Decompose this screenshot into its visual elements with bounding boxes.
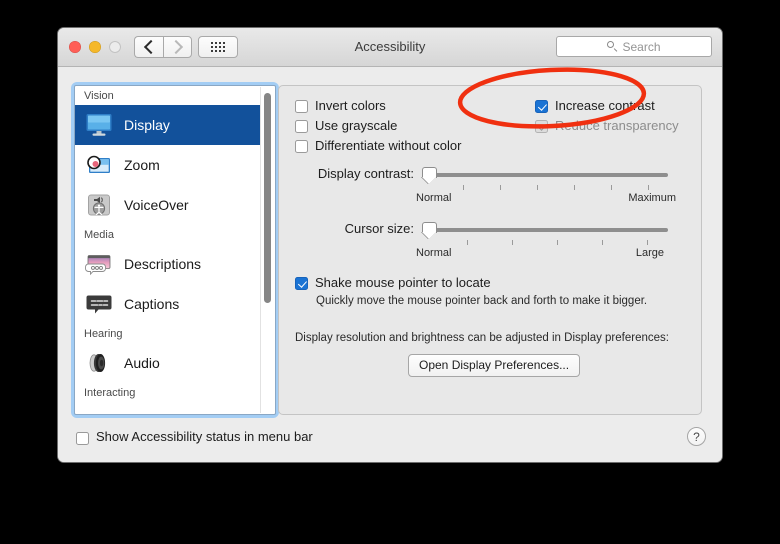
reduce-transparency-label: Reduce transparency — [555, 118, 679, 133]
slider-tick — [647, 240, 648, 245]
differentiate-without-color-row[interactable]: Differentiate without color — [295, 138, 461, 154]
increase-contrast-checkbox[interactable] — [535, 100, 548, 113]
cursor-size-track[interactable] — [431, 228, 668, 232]
display-monitor-icon — [84, 110, 114, 140]
zoom-magnifier-icon — [84, 150, 114, 180]
sidebar-item-zoom[interactable]: Zoom — [75, 145, 261, 185]
use-grayscale-label: Use grayscale — [315, 118, 398, 133]
sidebar-group-media: Media — [84, 229, 114, 241]
increase-contrast-row[interactable]: Increase contrast — [535, 98, 655, 114]
sidebar-item-label: Audio — [124, 355, 160, 371]
menu-bar-status-checkbox[interactable] — [76, 431, 89, 445]
sidebar-group-interacting: Interacting — [84, 387, 136, 399]
use-grayscale-row[interactable]: Use grayscale — [295, 118, 397, 134]
sidebar-item-label: Display — [124, 117, 170, 133]
sidebar-item-label: VoiceOver — [124, 197, 189, 213]
window-body: Vision Display Zoom VoiceOver Media Desc… — [58, 67, 722, 462]
search-placeholder: Search — [622, 39, 661, 54]
shake-pointer-row[interactable]: Shake mouse pointer to locate — [295, 275, 491, 291]
display-preferences-note: Display resolution and brightness can be… — [295, 332, 669, 344]
shake-pointer-checkbox[interactable] — [295, 277, 308, 290]
sidebar-item-voiceover[interactable]: VoiceOver — [75, 185, 261, 225]
cursor-size-label: Cursor size: — [344, 221, 414, 236]
voiceover-icon — [84, 190, 114, 220]
sidebar-item-label: Descriptions — [124, 256, 202, 272]
menu-bar-status-label: Show Accessibility status in menu bar — [96, 429, 313, 444]
slider-tick — [648, 185, 649, 190]
system-preferences-window: Accessibility Search Vision Display Zoom… — [58, 28, 722, 462]
display-contrast-track[interactable] — [431, 173, 668, 177]
shake-pointer-label: Shake mouse pointer to locate — [315, 275, 491, 290]
open-display-preferences-button[interactable]: Open Display Preferences... — [408, 354, 581, 377]
menu-bar-status-row[interactable]: Show Accessibility status in menu bar — [76, 429, 313, 445]
window-titlebar: Accessibility Search — [58, 28, 722, 67]
display-contrast-max-label: Maximum — [628, 192, 676, 204]
sidebar-item-descriptions[interactable]: Descriptions — [75, 244, 261, 284]
slider-tick — [500, 185, 501, 190]
screenshot-root: Accessibility Search Vision Display Zoom… — [0, 0, 780, 544]
sidebar-scrollbar[interactable] — [260, 87, 274, 413]
sidebar-item-audio[interactable]: Audio — [75, 343, 261, 383]
display-contrast-thumb[interactable] — [422, 167, 437, 184]
sidebar-group-hearing: Hearing — [84, 328, 123, 340]
descriptions-icon — [84, 249, 114, 279]
invert-colors-row[interactable]: Invert colors — [295, 98, 386, 114]
slider-tick — [512, 240, 513, 245]
search-field[interactable]: Search — [556, 36, 712, 57]
accessibility-sidebar[interactable]: Vision Display Zoom VoiceOver Media Desc… — [74, 85, 276, 415]
display-contrast-label: Display contrast: — [317, 166, 414, 181]
display-contrast-min-label: Normal — [416, 192, 452, 204]
sidebar-item-captions[interactable]: Captions — [75, 284, 261, 324]
shake-pointer-description: Quickly move the mouse pointer back and … — [316, 295, 648, 307]
sidebar-focus-ring: Vision Display Zoom VoiceOver Media Desc… — [74, 85, 276, 415]
slider-tick — [611, 185, 612, 190]
search-icon — [607, 41, 618, 52]
slider-tick — [574, 185, 575, 190]
differentiate-without-color-label: Differentiate without color — [315, 138, 462, 153]
sidebar-scrollbar-thumb[interactable] — [264, 93, 271, 303]
cursor-size-thumb[interactable] — [422, 222, 437, 239]
sidebar-item-display[interactable]: Display — [75, 105, 261, 145]
increase-contrast-label: Increase contrast — [555, 98, 655, 113]
audio-speaker-icon — [84, 348, 114, 378]
reduce-transparency-row: Reduce transparency — [535, 118, 679, 134]
display-settings-panel: Invert colors Use grayscale Differentiat… — [278, 85, 702, 415]
slider-tick — [602, 240, 603, 245]
cursor-size-min-label: Normal — [416, 247, 452, 259]
captions-icon — [84, 289, 114, 319]
sidebar-item-label: Captions — [124, 296, 180, 312]
help-button[interactable]: ? — [687, 427, 706, 446]
slider-tick — [463, 185, 464, 190]
use-grayscale-checkbox[interactable] — [295, 120, 308, 133]
invert-colors-checkbox[interactable] — [295, 100, 308, 113]
slider-tick — [557, 240, 558, 245]
sidebar-scroll-area: Vision Display Zoom VoiceOver Media Desc… — [75, 86, 261, 414]
sidebar-item-label: Zoom — [124, 157, 160, 173]
reduce-transparency-checkbox — [535, 120, 548, 133]
invert-colors-label: Invert colors — [315, 98, 386, 113]
differentiate-without-color-checkbox[interactable] — [295, 140, 308, 153]
slider-tick — [537, 185, 538, 190]
cursor-size-max-label: Large — [635, 247, 664, 259]
sidebar-group-vision: Vision — [84, 90, 114, 102]
slider-tick — [467, 240, 468, 245]
